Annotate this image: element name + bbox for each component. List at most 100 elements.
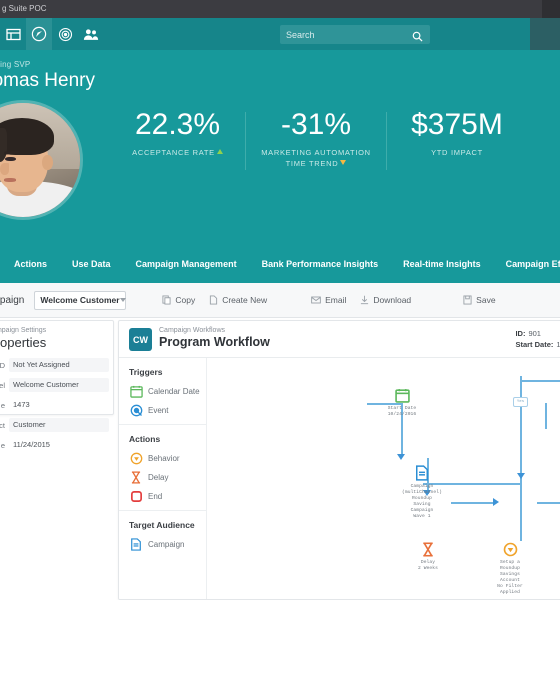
kpi-acceptance-rate: 22.3% ACCEPTANCE RATE xyxy=(110,108,245,158)
kpi-group: 22.3% ACCEPTANCE RATE -31% MARKETING AUT… xyxy=(110,108,560,188)
workflow-subtitle: Campaign Workflows xyxy=(159,327,226,334)
campaign-select-value: Welcome Customer xyxy=(40,295,120,305)
workflow-start-date-key: Start Date: xyxy=(515,340,554,349)
save-button[interactable]: Save xyxy=(463,295,496,305)
property-label: el xyxy=(0,380,5,390)
window-title: g Suite POC xyxy=(2,4,47,13)
kpi-label: MARKETING AUTOMATION TIME TREND xyxy=(246,147,386,169)
trend-up-icon xyxy=(216,149,223,154)
edge-junction-top-up xyxy=(520,376,522,390)
palette-group-triggers: Triggers Calendar Date Event xyxy=(119,358,206,424)
workflow-id-value: 901 xyxy=(528,329,541,338)
edge-setup-to-junction-bottom xyxy=(537,502,560,504)
chevron-down-icon xyxy=(119,298,126,302)
save-icon xyxy=(463,295,472,305)
document-plus-icon xyxy=(209,295,218,305)
campaign-select[interactable]: Welcome Customer xyxy=(34,290,127,310)
nav-tab-bank-performance-insights[interactable]: Bank Performance Insights xyxy=(262,259,379,269)
search-icon[interactable] xyxy=(412,29,423,42)
kpi-label-text: ACCEPTANCE RATE xyxy=(132,148,215,157)
property-value[interactable]: Not Yet Assigned xyxy=(9,358,109,372)
program-workflow-card: CW Campaign Workflows Program Workflow I… xyxy=(118,320,560,600)
palette-item-calendar-date[interactable]: Calendar Date xyxy=(129,382,206,401)
search-input[interactable] xyxy=(286,25,404,44)
properties-title: Properties xyxy=(0,335,47,350)
workflow-header: CW Campaign Workflows Program Workflow I… xyxy=(119,321,560,358)
property-label: ct xyxy=(0,420,5,430)
property-value[interactable]: Customer xyxy=(9,418,109,432)
nav-tab-campaign-effectiveness[interactable]: Campaign Effective xyxy=(506,259,560,269)
workflow-palette: Triggers Calendar Date Event Actions Beh… xyxy=(119,358,207,599)
toolbar-label: ampaign xyxy=(0,294,25,306)
node-setup-roundup-savings-account[interactable]: Setup a Roundup Savings Account No Filte… xyxy=(483,540,537,596)
property-row: el Welcome Customer xyxy=(0,375,115,395)
workflow-title: Program Workflow xyxy=(159,335,270,349)
calendar-icon xyxy=(129,385,143,399)
behavior-icon xyxy=(483,540,537,558)
kpi-label-line1: MARKETING AUTOMATION xyxy=(261,148,371,157)
event-target-icon xyxy=(129,404,143,418)
node-start-date[interactable]: Start Date 10/24/2016 xyxy=(375,386,429,418)
copy-button[interactable]: Copy xyxy=(162,295,195,305)
kpi-value: 22.3% xyxy=(134,108,221,141)
workflow-canvas[interactable]: Yes No Start Date 10/24/2016 Campaign (m… xyxy=(207,358,560,599)
edge-delay-to-setup xyxy=(451,502,495,504)
search-box[interactable] xyxy=(280,25,430,44)
node-label: Start Date 10/24/2016 xyxy=(387,406,417,417)
palette-group-title: Actions xyxy=(129,434,161,444)
palette-group-title: Triggers xyxy=(129,367,163,377)
hourglass-icon xyxy=(401,540,455,558)
email-button[interactable]: Email xyxy=(311,295,346,305)
document-icon xyxy=(129,538,143,552)
palette-item-behavior[interactable]: Behavior xyxy=(129,449,206,468)
kpi-label-line2: TIME TREND xyxy=(285,159,339,168)
property-row: D Not Yet Assigned xyxy=(0,355,115,375)
palette-item-event[interactable]: Event xyxy=(129,401,206,420)
nav-tab-actions[interactable]: Actions xyxy=(14,259,47,269)
create-new-button[interactable]: Create New xyxy=(209,295,267,305)
compass-icon[interactable] xyxy=(26,18,52,50)
workflow-id-key: ID: xyxy=(515,329,526,338)
save-label: Save xyxy=(476,295,496,305)
trend-down-icon xyxy=(340,160,347,165)
download-label: Download xyxy=(373,295,412,305)
window-controls[interactable] xyxy=(542,0,560,18)
nav-tab-use-data[interactable]: Use Data xyxy=(72,259,111,269)
toolbar: ampaign Welcome Customer Copy Create New… xyxy=(0,283,560,318)
app-top-bar xyxy=(0,18,560,50)
palette-group-target-audience: Target Audience Campaign xyxy=(119,510,206,558)
kpi-label: ACCEPTANCE RATE xyxy=(110,147,245,158)
campaign-properties-panel: Campaign Settings Properties D Not Yet A… xyxy=(0,320,114,450)
avatar-photo xyxy=(0,103,80,217)
document-icon xyxy=(395,464,449,482)
node-campaign-wave-1-top[interactable]: Campaign (multiChannel) Roundup Saving C… xyxy=(395,464,449,520)
arrow-to-delay xyxy=(517,473,525,479)
property-row: ct Customer xyxy=(0,415,115,435)
palette-item-delay[interactable]: Delay xyxy=(129,468,206,487)
junction-top[interactable]: Yes xyxy=(513,397,528,407)
people-icon[interactable] xyxy=(78,18,104,50)
edge-junction-top-to-newsletter xyxy=(521,380,560,382)
nav-tab-campaign-management[interactable]: Campaign Management xyxy=(136,259,237,269)
hero-banner: rketing SVP homas Henry 22.3% ACCEPTANCE… xyxy=(0,50,560,245)
target-icon[interactable] xyxy=(52,18,78,50)
download-icon xyxy=(360,295,369,305)
palette-item-campaign[interactable]: Campaign xyxy=(129,535,206,554)
property-value[interactable]: Welcome Customer xyxy=(9,378,109,392)
copy-label: Copy xyxy=(175,295,196,305)
property-value: 1473 xyxy=(13,400,30,409)
dashboard-icon[interactable] xyxy=(0,18,26,50)
properties-rows: D Not Yet Assigned el Welcome Customer e… xyxy=(0,355,115,455)
kpi-value: $375M xyxy=(411,108,503,141)
palette-item-end[interactable]: End xyxy=(129,487,206,506)
node-delay[interactable]: Delay 2 Weeks xyxy=(401,540,455,572)
nav-tab-real-time-insights[interactable]: Real-time Insights xyxy=(403,259,481,269)
workflow-body: Triggers Calendar Date Event Actions Beh… xyxy=(119,358,560,599)
kpi-label: YTD IMPACT xyxy=(431,148,483,157)
download-button[interactable]: Download xyxy=(360,295,411,305)
page-bottom-whitespace xyxy=(0,600,560,690)
node-label: Delay 2 Weeks xyxy=(418,560,438,571)
user-name: homas Henry xyxy=(0,70,95,91)
stop-icon xyxy=(129,490,143,504)
hourglass-icon xyxy=(129,471,143,485)
